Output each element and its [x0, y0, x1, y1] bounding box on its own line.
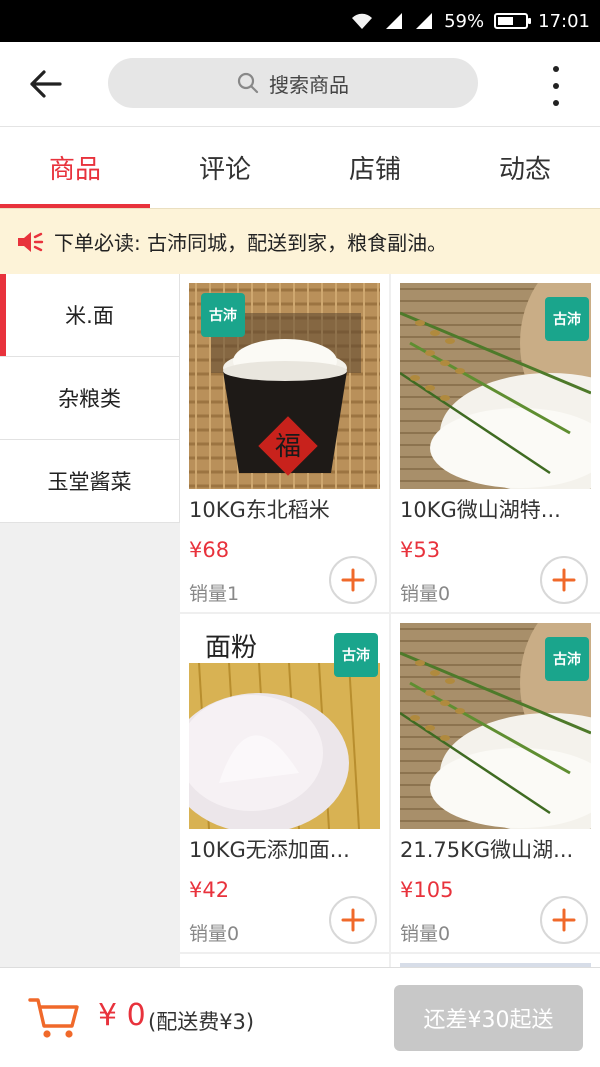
- add-to-cart-button[interactable]: [329, 896, 377, 944]
- product-card-partial[interactable]: [180, 954, 389, 967]
- product-price: ¥42: [189, 878, 230, 902]
- category-item-rice-noodle[interactable]: 米.面: [0, 274, 180, 357]
- product-title: 10KG微山湖特...: [400, 498, 561, 522]
- signal-icon-2: [414, 12, 434, 30]
- product-card[interactable]: 福 古沛 10KG东北稻米 ¥68 销量1: [180, 274, 389, 612]
- product-price: ¥53: [400, 538, 441, 562]
- product-image-rice-grain[interactable]: 古沛: [400, 283, 591, 489]
- tab-updates[interactable]: 动态: [450, 127, 600, 208]
- product-sales: 销量0: [400, 583, 451, 605]
- product-image-flour[interactable]: 面粉 古沛: [189, 623, 380, 829]
- category-item-pickles[interactable]: 玉堂酱菜: [0, 440, 180, 523]
- product-grid: 福 古沛 10KG东北稻米 ¥68 销量1 古沛 10KG微山湖特... ¥53…: [180, 274, 600, 967]
- store-logo-icon: 古沛: [545, 637, 589, 681]
- product-title: 10KG无添加面...: [189, 838, 350, 862]
- top-bar: 搜索商品: [0, 42, 600, 126]
- tab-bar: 商品 评论 店铺 动态: [0, 126, 600, 208]
- battery-percent: 59%: [444, 10, 485, 32]
- product-title: 21.75KG微山湖...: [400, 838, 574, 862]
- product-card[interactable]: 面粉 古沛 10KG无添加面... ¥42 销量0: [180, 614, 389, 952]
- battery-icon: [494, 13, 532, 29]
- svg-text:福: 福: [275, 432, 301, 462]
- plus-icon: [341, 908, 365, 932]
- cart-bar: ¥ 0 (配送费¥3) 还差¥30起送: [0, 967, 600, 1067]
- cart-total: ¥ 0: [98, 998, 146, 1033]
- speaker-icon: [18, 231, 44, 252]
- plus-icon: [552, 568, 576, 592]
- notice-text: 下单必读: 古沛同城，配送到家，粮食副油。: [54, 231, 448, 255]
- product-card-partial[interactable]: [391, 954, 600, 967]
- back-button[interactable]: [22, 62, 68, 106]
- product-sales: 销量0: [400, 923, 451, 945]
- signal-icon: [384, 12, 404, 30]
- category-sidebar: 米.面 杂粮类 玉堂酱菜: [0, 274, 180, 967]
- store-logo-icon: 古沛: [545, 297, 589, 341]
- search-placeholder: 搜索商品: [269, 72, 349, 97]
- more-dot-icon: [553, 83, 559, 89]
- more-dot-icon: [553, 66, 559, 72]
- tab-products[interactable]: 商品: [0, 127, 150, 208]
- product-price: ¥105: [400, 878, 454, 902]
- product-card[interactable]: 古沛 21.75KG微山湖... ¥105 销量0: [391, 614, 600, 952]
- arrow-left-icon: [30, 70, 62, 98]
- wifi-icon: [350, 12, 374, 30]
- product-card[interactable]: 古沛 10KG微山湖特... ¥53 销量0: [391, 274, 600, 612]
- category-item-grains[interactable]: 杂粮类: [0, 357, 180, 440]
- plus-icon: [552, 908, 576, 932]
- product-title: 10KG东北稻米: [189, 498, 330, 522]
- tab-reviews[interactable]: 评论: [150, 127, 300, 208]
- plus-icon: [341, 568, 365, 592]
- more-menu-button[interactable]: [546, 66, 566, 106]
- product-image-label: 面粉: [205, 633, 258, 663]
- notice-bar: 下单必读: 古沛同城，配送到家，粮食副油。: [0, 208, 600, 274]
- clock: 17:01: [538, 10, 590, 32]
- status-bar: 59% 17:01: [0, 0, 600, 42]
- add-to-cart-button[interactable]: [540, 556, 588, 604]
- store-logo-icon: 古沛: [334, 633, 378, 677]
- shopping-cart-icon[interactable]: [28, 996, 80, 1044]
- delivery-fee: (配送费¥3): [148, 1010, 255, 1034]
- checkout-button[interactable]: 还差¥30起送: [394, 985, 583, 1051]
- product-sales: 销量0: [189, 923, 240, 945]
- more-dot-icon: [553, 100, 559, 106]
- search-input[interactable]: 搜索商品: [108, 58, 478, 108]
- store-logo-icon: 古沛: [201, 293, 245, 337]
- product-image-rice-bowl[interactable]: 福 古沛: [189, 283, 380, 489]
- add-to-cart-button[interactable]: [540, 896, 588, 944]
- product-price: ¥68: [189, 538, 230, 562]
- search-icon: [237, 72, 259, 94]
- tab-store[interactable]: 店铺: [300, 127, 450, 208]
- add-to-cart-button[interactable]: [329, 556, 377, 604]
- product-image-rice-grain[interactable]: 古沛: [400, 623, 591, 829]
- product-sales: 销量1: [189, 583, 240, 605]
